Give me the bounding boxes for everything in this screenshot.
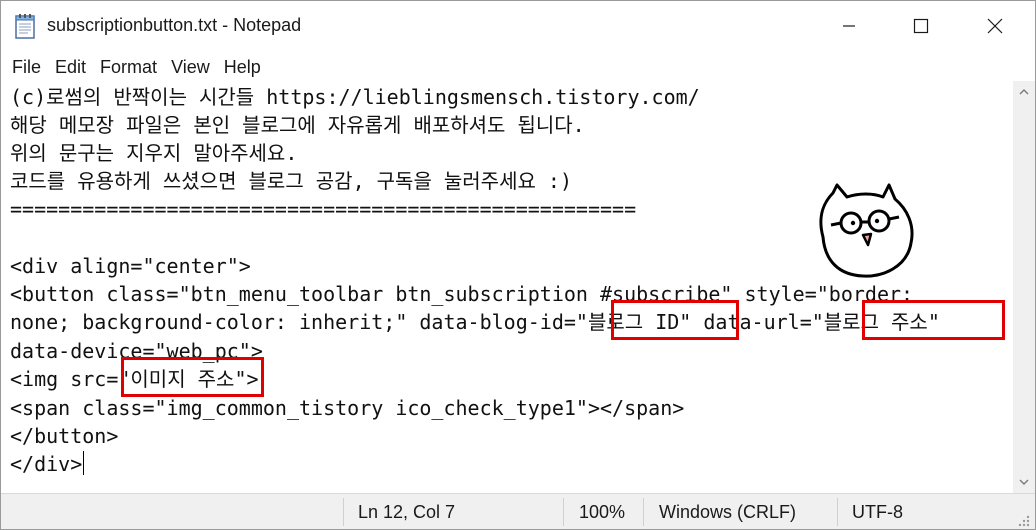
close-button[interactable] xyxy=(959,1,1031,51)
editor-line: <div align="center"> xyxy=(10,254,251,278)
close-icon xyxy=(987,18,1003,34)
editor-line: <span class="img_common_tistory ico_chec… xyxy=(10,396,685,420)
menu-help[interactable]: Help xyxy=(217,53,268,81)
cat-doodle-icon xyxy=(819,183,914,278)
vertical-scrollbar[interactable] xyxy=(1013,81,1035,493)
menu-file[interactable]: File xyxy=(5,53,48,81)
cursor-position: Ln 12, Col 7 xyxy=(358,502,456,522)
minimize-button[interactable] xyxy=(813,1,885,51)
highlight-blog-id xyxy=(611,300,739,340)
status-divider xyxy=(343,498,344,526)
title-bar[interactable]: subscriptionbutton.txt - Notepad xyxy=(1,1,1035,51)
menu-bar: File Edit Format View Help xyxy=(1,53,1035,81)
text-caret xyxy=(83,451,85,475)
notepad-icon xyxy=(15,13,37,39)
text-editor[interactable]: (c)로썸의 반짝이는 시간들 https://lieblingsmensch.… xyxy=(1,81,1013,491)
status-divider xyxy=(643,498,644,526)
editor-line: </button> xyxy=(10,424,119,448)
highlight-blog-url xyxy=(862,300,1005,340)
scroll-up-button[interactable] xyxy=(1013,81,1035,103)
menu-view[interactable]: View xyxy=(164,53,217,81)
notepad-window: subscriptionbutton.txt - Notepad File Ed… xyxy=(0,0,1036,530)
editor-line-text: </div> xyxy=(10,452,83,476)
chevron-down-icon xyxy=(1019,479,1029,485)
window-title: subscriptionbutton.txt - Notepad xyxy=(47,15,302,35)
editor-line-last: </div> xyxy=(10,450,85,478)
editor-line: none; background-color: inherit;" data-b… xyxy=(10,310,940,334)
line-ending: Windows (CRLF) xyxy=(659,502,797,522)
status-divider xyxy=(563,498,564,526)
zoom-level: 100% xyxy=(579,502,626,522)
editor-line: (c)로썸의 반짝이는 시간들 https://lieblingsmensch.… xyxy=(10,85,700,109)
menu-edit[interactable]: Edit xyxy=(48,53,93,81)
highlight-image-src xyxy=(121,357,264,397)
menu-format[interactable]: Format xyxy=(93,53,164,81)
editor-line: 해당 메모장 파일은 본인 블로그에 자유롭게 배포하셔도 됩니다. xyxy=(10,113,585,137)
scroll-down-button[interactable] xyxy=(1013,471,1035,493)
maximize-button[interactable] xyxy=(885,1,957,51)
resize-grip-icon[interactable] xyxy=(1015,512,1031,528)
minimize-icon xyxy=(843,25,855,27)
status-bar: Ln 12, Col 7 100% Windows (CRLF) UTF-8 xyxy=(1,493,1035,529)
chevron-up-icon xyxy=(1019,89,1029,95)
editor-line: 코드를 유용하게 쓰셨으면 블로그 공감, 구독을 눌러주세요 :) xyxy=(10,169,573,193)
editor-line: <button class="btn_menu_toolbar btn_subs… xyxy=(10,282,914,306)
maximize-icon xyxy=(913,18,929,34)
editor-line: 위의 문구는 지우지 말아주세요. xyxy=(10,141,298,165)
editor-line: ========================================… xyxy=(10,197,637,221)
status-divider xyxy=(837,498,838,526)
encoding: UTF-8 xyxy=(852,502,903,522)
